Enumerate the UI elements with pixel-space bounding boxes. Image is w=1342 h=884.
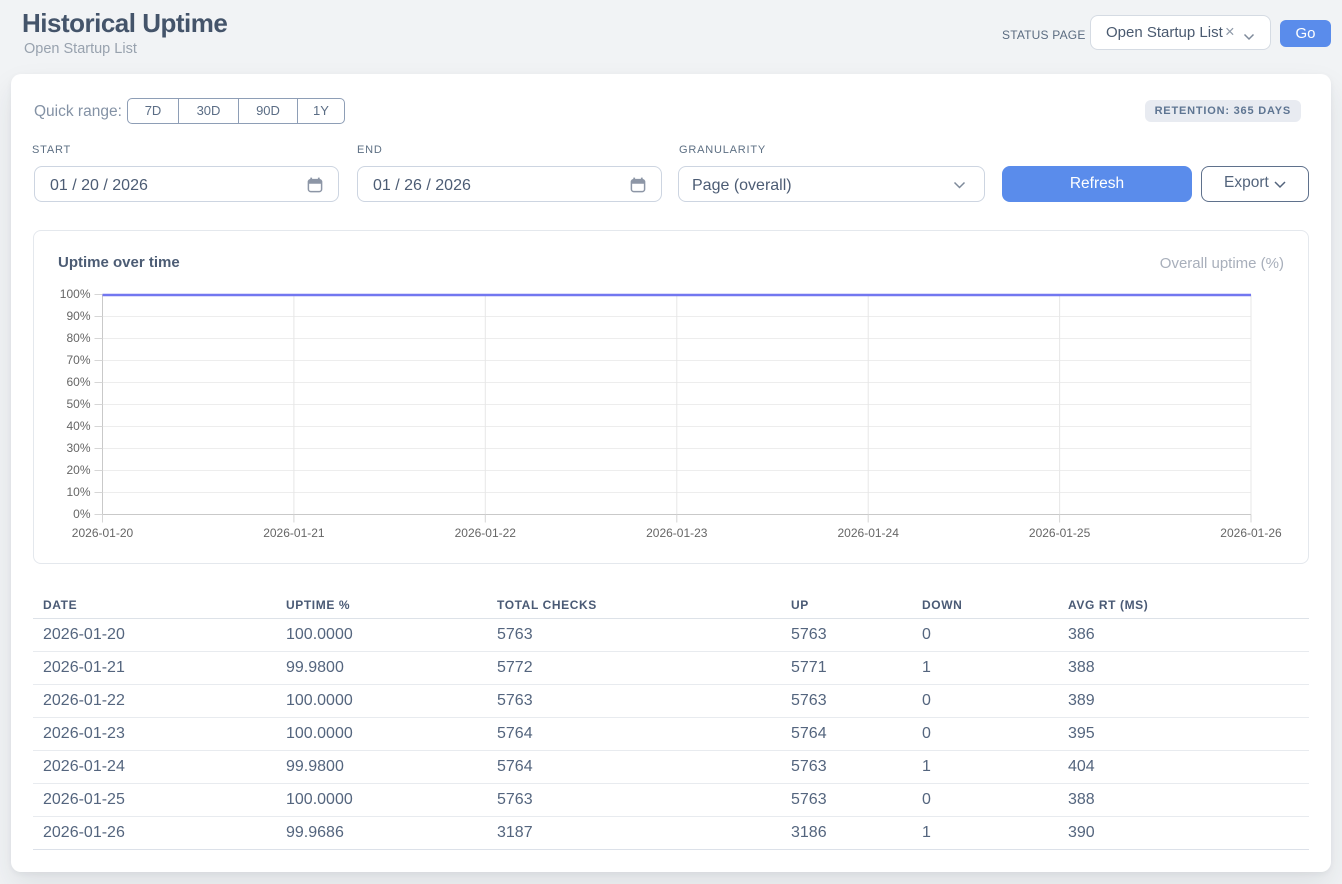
svg-text:80%: 80% [66, 331, 90, 345]
svg-text:0%: 0% [73, 507, 91, 521]
svg-text:2026-01-26: 2026-01-26 [1220, 526, 1282, 540]
svg-text:40%: 40% [66, 419, 90, 433]
svg-text:90%: 90% [66, 309, 90, 323]
svg-text:10%: 10% [66, 485, 90, 499]
svg-text:70%: 70% [66, 353, 90, 367]
svg-text:2026-01-24: 2026-01-24 [838, 526, 900, 540]
svg-text:100%: 100% [60, 287, 91, 301]
svg-text:60%: 60% [66, 375, 90, 389]
svg-text:2026-01-23: 2026-01-23 [646, 526, 708, 540]
svg-text:50%: 50% [66, 397, 90, 411]
svg-text:2026-01-22: 2026-01-22 [455, 526, 517, 540]
svg-text:30%: 30% [66, 441, 90, 455]
svg-text:2026-01-21: 2026-01-21 [263, 526, 325, 540]
svg-text:2026-01-20: 2026-01-20 [72, 526, 134, 540]
svg-text:2026-01-25: 2026-01-25 [1029, 526, 1091, 540]
svg-text:20%: 20% [66, 463, 90, 477]
